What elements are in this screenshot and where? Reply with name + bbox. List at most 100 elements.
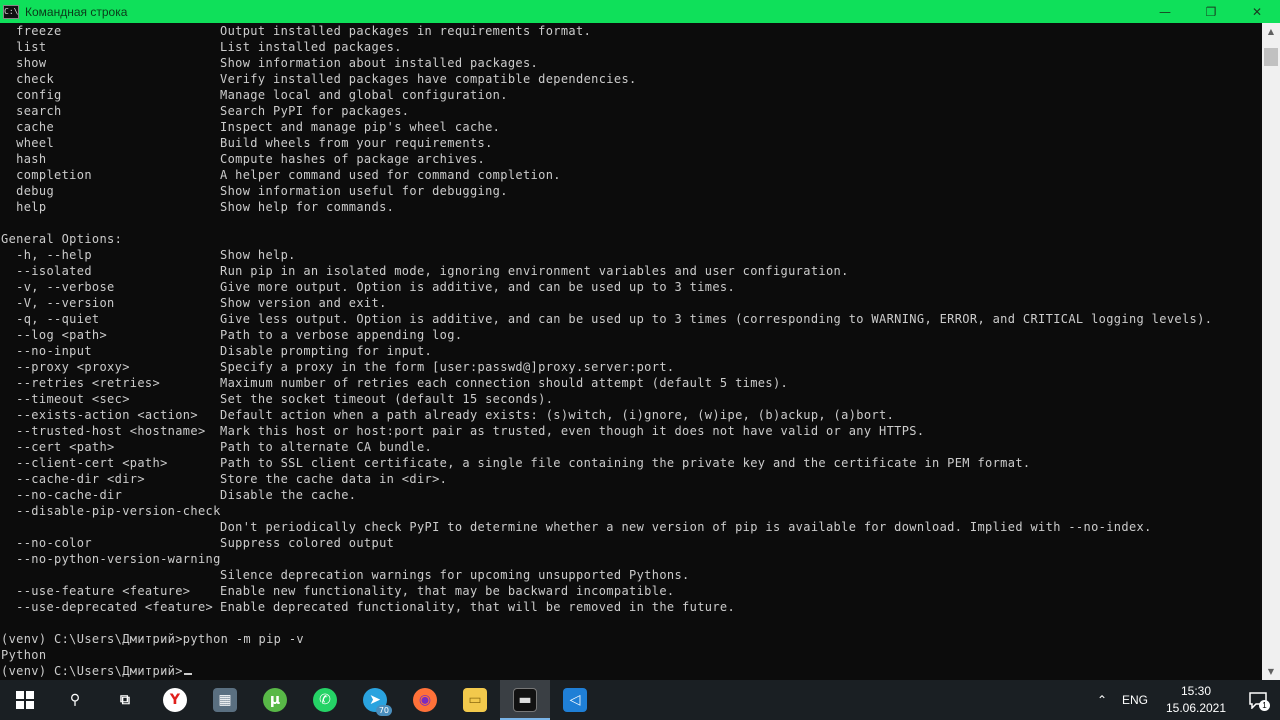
maximize-button[interactable]: ❐ [1188, 0, 1234, 23]
option-description: Enable new functionality, that may be ba… [220, 584, 675, 598]
option-row: --use-deprecated <feature> Enable depreca… [1, 599, 1262, 615]
option-row: --no-python-version-warning [1, 551, 1262, 567]
option-row: --client-cert <path> Path to SSL client c… [1, 455, 1262, 471]
option-description: Show information about installed package… [220, 56, 539, 70]
taskbar-item[interactable]: ✆ [300, 680, 350, 720]
system-tray: ⌃ ENG 15:30 15.06.2021 1 [1090, 680, 1280, 720]
option-row: --no-cache-dir Disable the cache. [1, 487, 1262, 503]
option-name: -v, --verbose [1, 280, 115, 294]
taskbar-item[interactable]: ◉ [400, 680, 450, 720]
scroll-down-icon[interactable]: ▼ [1262, 663, 1280, 680]
option-name: freeze [1, 24, 62, 38]
option-description: Store the cache data in <dir>. [220, 472, 448, 486]
option-description: Run pip in an isolated mode, ignoring en… [220, 264, 849, 278]
taskbar-item[interactable]: Y [150, 680, 200, 720]
search-icon: ⚲ [69, 692, 81, 708]
taskbar-item[interactable]: ▦ [200, 680, 250, 720]
taskbar-item[interactable]: µ [250, 680, 300, 720]
prompt-line: (venv) C:\Users\Дмитрий>python -m pip -v [1, 631, 1262, 647]
command-row: wheel Build wheels from your requirements… [1, 135, 1262, 151]
option-name: -q, --quiet [1, 312, 100, 326]
taskbar-item[interactable]: ◁ [550, 680, 600, 720]
option-description: Path to alternate CA bundle. [220, 440, 433, 454]
option-description: Don't periodically check PyPI to determi… [220, 520, 1152, 534]
option-name: completion [1, 168, 92, 182]
option-row: --trusted-host <hostname> Mark this host … [1, 423, 1262, 439]
maximize-icon: ❐ [1205, 4, 1217, 19]
option-row: --disable-pip-version-check [1, 503, 1262, 519]
active-prompt-line: (venv) C:\Users\Дмитрий> [1, 663, 1262, 679]
close-button[interactable]: ✕ [1234, 0, 1280, 23]
command-row: help Show help for commands. [1, 199, 1262, 215]
title-bar[interactable]: C:\ Командная строка — ❐ ✕ [0, 0, 1280, 23]
option-row: --retries <retries> Maximum number of ret… [1, 375, 1262, 391]
show-hidden-icons-icon[interactable]: ⌃ [1090, 693, 1114, 707]
command-row: cache Inspect and manage pip's wheel cach… [1, 119, 1262, 135]
taskbar-item[interactable]: ➤ 70 [350, 680, 400, 720]
option-description: Show version and exit. [220, 296, 387, 310]
option-description: Inspect and manage pip's wheel cache. [220, 120, 501, 134]
option-name: --exists-action <action> [1, 408, 198, 422]
option-description: Disable the cache. [220, 488, 357, 502]
command-row: freeze Output installed packages in requi… [1, 23, 1262, 39]
clock[interactable]: 15:30 15.06.2021 [1156, 683, 1236, 717]
close-icon: ✕ [1251, 4, 1263, 19]
yandex-browser-icon: Y [163, 688, 187, 712]
taskbar-item[interactable]: ⧉ [100, 680, 150, 720]
option-row: --log <path> Path to a verbose appending … [1, 327, 1262, 343]
option-name: --proxy <proxy> [1, 360, 130, 374]
task-view-icon: ⧉ [120, 692, 130, 708]
option-description: Show information useful for debugging. [220, 184, 508, 198]
file-explorer-icon: ▭ [463, 688, 487, 712]
option-name: -h, --help [1, 248, 92, 262]
option-row: --no-input Disable prompting for input. [1, 343, 1262, 359]
option-description: Enable deprecated functionality, that wi… [220, 600, 736, 614]
scrollbar-thumb[interactable] [1264, 48, 1278, 66]
minimize-icon: — [1159, 4, 1171, 19]
option-name: --no-cache-dir [1, 488, 123, 502]
option-name: --timeout <sec> [1, 392, 130, 406]
firefox-icon: ◉ [413, 688, 437, 712]
general-options-header: General Options: [1, 231, 1262, 247]
option-description: Manage local and global configuration. [220, 88, 508, 102]
language-indicator[interactable]: ENG [1114, 693, 1156, 707]
minimize-button[interactable]: — [1142, 0, 1188, 23]
option-description: Compute hashes of package archives. [220, 152, 486, 166]
option-description: Suppress colored output [220, 536, 395, 550]
option-description: Mark this host or host:port pair as trus… [220, 424, 925, 438]
option-name: --trusted-host <hostname> [1, 424, 206, 438]
command-row: config Manage local and global configurat… [1, 87, 1262, 103]
console-output[interactable]: freeze Output installed packages in requi… [0, 23, 1262, 680]
option-name: list [1, 40, 47, 54]
option-name: --no-input [1, 344, 92, 358]
option-name: cache [1, 120, 55, 134]
option-name: check [1, 72, 55, 86]
command-row: debug Show information useful for debuggi… [1, 183, 1262, 199]
command-row: completion A helper command used for comm… [1, 167, 1262, 183]
taskbar-item[interactable]: ⚲ [50, 680, 100, 720]
action-center-button[interactable]: 1 [1236, 680, 1280, 720]
taskbar-item[interactable]: ▭ [450, 680, 500, 720]
option-name: hash [1, 152, 47, 166]
option-description: Search PyPI for packages. [220, 104, 410, 118]
taskbar-item[interactable]: ▬ [500, 680, 550, 720]
command-row: search Search PyPI for packages. [1, 103, 1262, 119]
option-name: --cache-dir <dir> [1, 472, 145, 486]
option-description: Show help for commands. [220, 200, 395, 214]
option-description: Silence deprecation warnings for upcomin… [220, 568, 690, 582]
vertical-scrollbar[interactable]: ▲ ▼ [1262, 23, 1280, 680]
calculator-icon: ▦ [213, 688, 237, 712]
option-description: Give less output. Option is additive, an… [220, 312, 1213, 326]
option-row: --cache-dir <dir> Store the cache data in… [1, 471, 1262, 487]
option-description: Show help. [220, 248, 296, 262]
start-button[interactable] [0, 680, 50, 720]
scroll-up-icon[interactable]: ▲ [1262, 23, 1280, 40]
option-name: --use-deprecated <feature> [1, 600, 214, 614]
option-description: Set the socket timeout (default 15 secon… [220, 392, 554, 406]
option-row: Silence deprecation warnings for upcomin… [1, 567, 1262, 583]
option-name: --no-color [1, 536, 92, 550]
whatsapp-icon: ✆ [313, 688, 337, 712]
option-row: --cert <path> Path to alternate CA bundle… [1, 439, 1262, 455]
